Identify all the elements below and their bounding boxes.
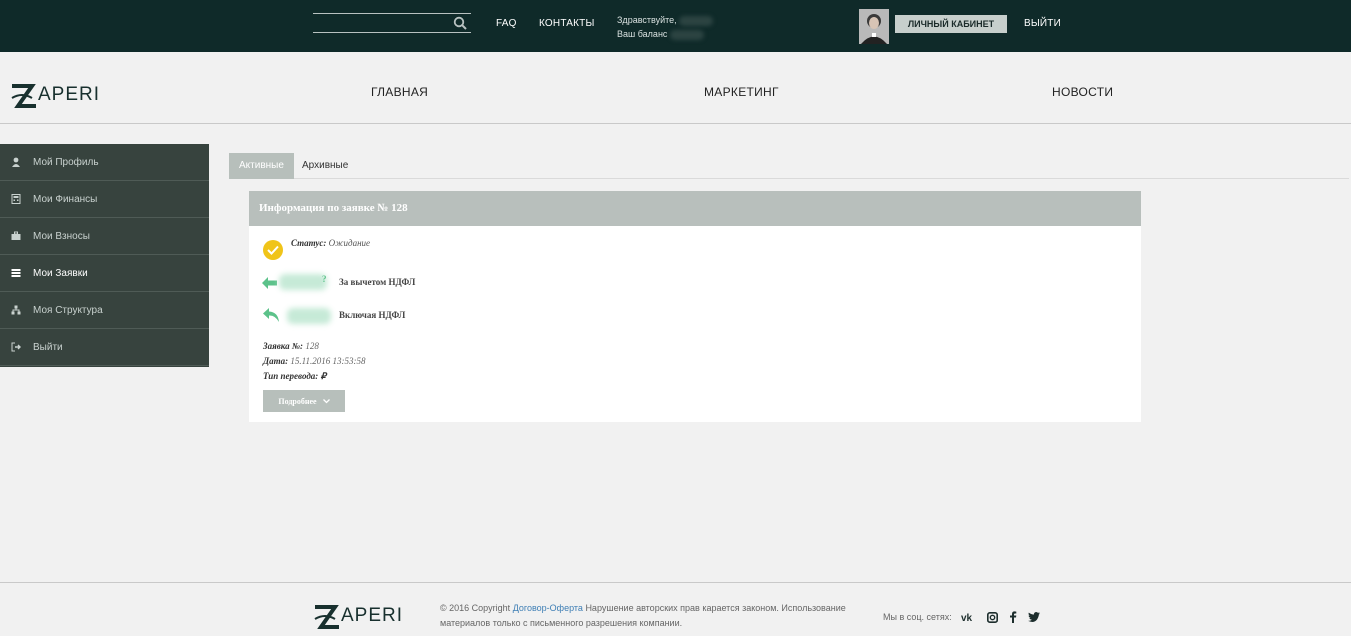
svg-text:vk: vk <box>961 613 973 622</box>
sign-out-icon <box>11 342 21 352</box>
facebook-icon[interactable] <box>1006 610 1020 624</box>
twitter-icon[interactable] <box>1027 610 1041 624</box>
search-icon[interactable] <box>453 16 467 30</box>
more-button[interactable]: Подробнее <box>263 390 345 412</box>
gross-amount-redacted <box>287 308 331 324</box>
user-icon <box>11 157 21 167</box>
copyright-prefix: © 2016 Copyright <box>440 603 511 613</box>
main-header: APERI ГЛАВНАЯ МАРКЕТИНГ НОВОСТИ <box>0 52 1351 124</box>
briefcase-icon <box>11 231 21 241</box>
calculator-icon <box>11 194 21 204</box>
offer-link[interactable]: Договор-Оферта <box>513 603 583 613</box>
type-label: Тип перевода: <box>263 371 319 381</box>
sidebar-item-label: Моя Структура <box>33 304 103 316</box>
more-button-label: Подробнее <box>278 396 317 406</box>
footer-logo[interactable]: APERI <box>313 601 403 636</box>
sidebar-item-label: Мои Взносы <box>33 230 90 242</box>
personal-cabinet-button[interactable]: ЛИЧНЫЙ КАБИНЕТ <box>895 15 1007 33</box>
balance-redacted <box>669 29 704 40</box>
chevron-down-icon <box>322 397 330 406</box>
username-redacted <box>679 15 714 26</box>
sidebar-item-logout[interactable]: Выйти <box>0 329 209 366</box>
avatar[interactable] <box>859 9 889 44</box>
tab-archived[interactable]: Архивные <box>292 153 358 179</box>
date-value: 15.11.2016 13:53:58 <box>290 356 366 366</box>
site-logo[interactable]: APERI <box>10 78 100 119</box>
list-icon <box>11 268 21 278</box>
sidebar-item-contributions[interactable]: Мои Взносы <box>0 218 209 255</box>
request-number: Заявка №: 128 <box>263 341 319 351</box>
svg-text:APERI: APERI <box>341 605 403 626</box>
sidebar-item-label: Выйти <box>33 341 63 353</box>
faq-link[interactable]: FAQ <box>496 18 517 29</box>
net-label: За вычетом НДФЛ <box>339 277 416 287</box>
user-greeting: Здравствуйте, Ваш баланс <box>617 13 714 41</box>
top-bar: FAQ КОНТАКТЫ Здравствуйте, Ваш баланс ЛИ… <box>0 0 1351 52</box>
sidebar-item-structure[interactable]: Моя Структура <box>0 292 209 329</box>
number-label: Заявка №: <box>263 341 304 351</box>
date-label: Дата: <box>263 356 289 366</box>
request-title: Информация по заявке № 128 <box>249 191 1141 226</box>
sidebar-item-label: Мои Заявки <box>33 267 88 279</box>
copyright-text: © 2016 Copyright Договор-Оферта Нарушени… <box>440 601 870 631</box>
sitemap-icon <box>11 305 21 315</box>
instagram-icon[interactable] <box>985 610 999 624</box>
vk-icon[interactable]: vk <box>961 610 975 624</box>
nav-marketing[interactable]: МАРКЕТИНГ <box>704 85 779 99</box>
balance-label: Ваш баланс <box>617 29 668 39</box>
sidebar-item-label: Мои Финансы <box>33 193 98 205</box>
reply-icon <box>262 307 280 328</box>
search-input[interactable] <box>313 15 449 33</box>
search-box <box>313 13 471 33</box>
nav-home[interactable]: ГЛАВНАЯ <box>371 85 428 99</box>
request-tabs: Активные Архивные <box>229 153 1349 179</box>
svg-text:APERI: APERI <box>38 84 100 105</box>
net-amount-redacted <box>279 274 327 290</box>
contacts-link[interactable]: КОНТАКТЫ <box>539 18 595 29</box>
sidebar-item-profile[interactable]: Мой Профиль <box>0 144 209 181</box>
type-value: ₽ <box>320 371 327 381</box>
number-value: 128 <box>305 341 319 351</box>
tab-active[interactable]: Активные <box>229 153 294 179</box>
footer: APERI © 2016 Copyright Договор-Оферта На… <box>0 582 1351 636</box>
transfer-type: Тип перевода: ₽ <box>263 371 326 382</box>
gross-label: Включая НДФЛ <box>339 310 406 320</box>
net-suffix: ? <box>322 274 327 284</box>
status-value: Ожидание <box>328 238 371 248</box>
logout-link[interactable]: ВЫЙТИ <box>1024 18 1061 29</box>
sidebar-item-requests[interactable]: Мои Заявки <box>0 255 209 292</box>
sidebar-item-label: Мой Профиль <box>33 156 99 168</box>
arrow-left-icon <box>262 276 278 294</box>
request-date: Дата: 15.11.2016 13:53:58 <box>263 356 365 366</box>
sidebar: Мой Профиль Мои Финансы Мои Взносы Мои З… <box>0 144 209 367</box>
sidebar-item-finances[interactable]: Мои Финансы <box>0 181 209 218</box>
status-label: Статус: <box>291 238 327 248</box>
greeting-text: Здравствуйте, <box>617 15 677 25</box>
nav-news[interactable]: НОВОСТИ <box>1052 85 1113 99</box>
request-panel: Информация по заявке № 128 Статус: Ожида… <box>249 191 1141 422</box>
status-line: Статус: Ожидание <box>291 238 370 248</box>
check-icon <box>263 240 283 260</box>
social-label: Мы в соц. сетях: <box>883 612 952 622</box>
